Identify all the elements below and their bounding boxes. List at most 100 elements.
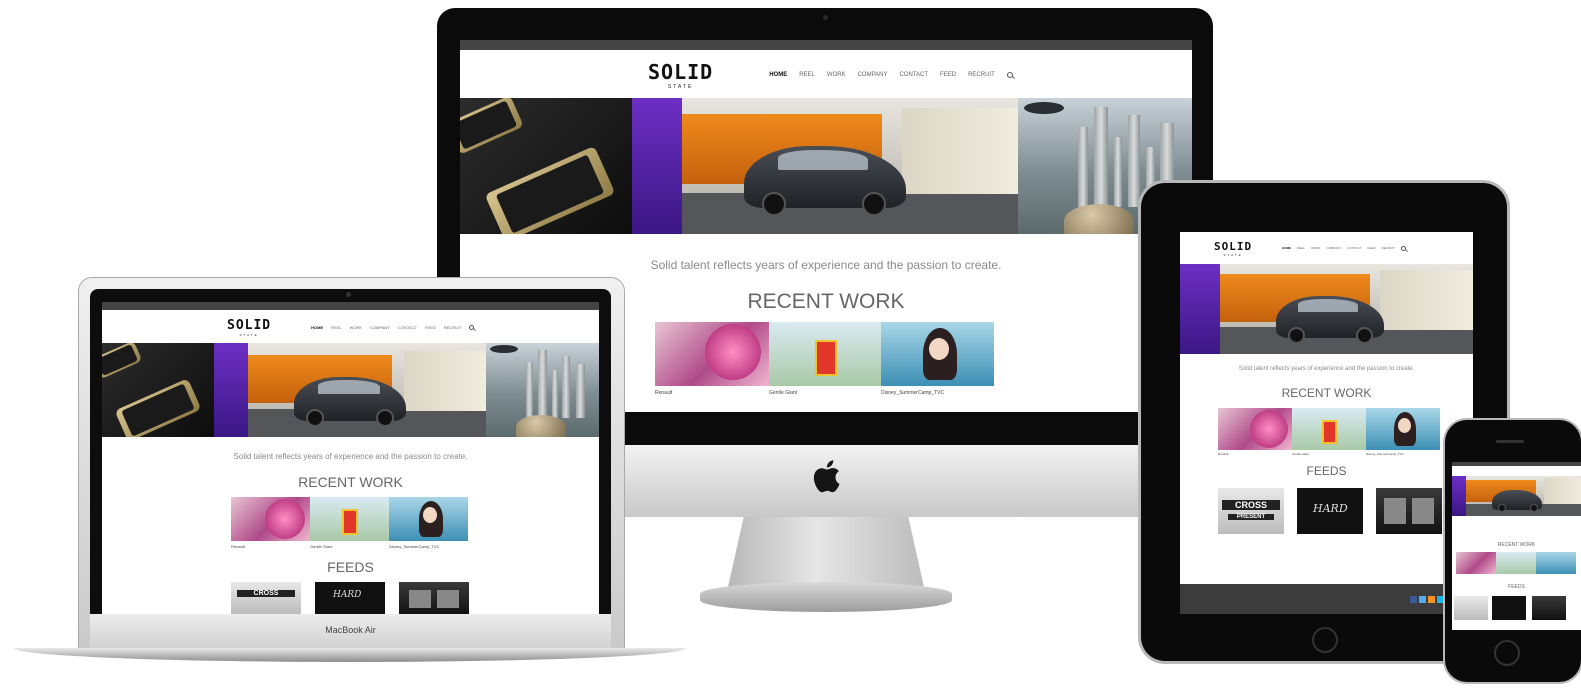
search-icon[interactable] [1006,72,1013,78]
facebook-icon[interactable] [1410,596,1417,603]
nav-home[interactable]: HOME [769,72,787,78]
laptop-camera [346,292,351,297]
feed-title: CROSS [1222,500,1280,510]
apple-logo-icon [806,458,846,502]
recent-work-caption[interactable]: Gentle Giant [769,390,797,396]
feed-thumb[interactable] [1492,596,1526,620]
nav-home[interactable]: HOME [311,325,323,330]
recent-work-caption[interactable]: Renault [655,390,672,396]
top-strip [102,302,599,310]
feed-thumb[interactable] [1532,596,1566,620]
main-nav: HOME REEL WORK COMPANY CONTACT FEED RECR… [311,324,475,330]
nav-reel[interactable]: REEL [331,325,341,330]
site-logo[interactable]: SOLID STATE [648,60,713,90]
feeds-heading: FEEDS [1508,584,1525,590]
logo-subtext: STATE [667,84,694,90]
nav-contact[interactable]: CONTACT [899,72,928,78]
laptop-model-label: MacBook Air [325,625,376,635]
feed-thumb[interactable]: HARD [315,582,385,614]
imac-base [700,582,952,612]
recent-work-thumb[interactable] [769,322,881,386]
hero-panel-car [1452,476,1581,516]
social-links [1410,596,1444,603]
nav-contact[interactable]: CONTACT [398,325,417,330]
nav-work[interactable]: WORK [1311,246,1320,250]
recent-work-thumb[interactable] [1366,408,1440,450]
feed-thumb[interactable]: HARD [1297,488,1363,534]
vimeo-icon[interactable] [1437,596,1444,603]
hero-banner [460,98,1192,234]
recent-work-grid [1218,408,1440,450]
recent-work-thumb[interactable] [1536,552,1576,574]
main-nav: HOME REEL WORK COMPANY CONTACT FEED RECR… [1282,245,1406,251]
recent-work-thumb[interactable] [389,497,468,541]
recent-work-thumb[interactable] [1292,408,1366,450]
recent-work-thumb[interactable] [655,322,769,386]
nav-company[interactable]: COMPANY [858,72,888,78]
rss-icon[interactable] [1428,596,1435,603]
search-icon[interactable] [1400,245,1406,251]
site-header: SOLID STATE HOME REEL WORK COMPANY CONTA… [1180,234,1473,262]
nav-feed[interactable]: FEED [425,325,436,330]
site-header: SOLID STATE HOME REEL WORK COMPANY CONTA… [460,54,1192,96]
feed-thumb[interactable] [1454,596,1488,620]
nav-reel[interactable]: REEL [1297,246,1305,250]
laptop-screen: SOLID STATE HOME REEL WORK COMPANY CONTA… [102,302,599,614]
top-strip [460,40,1192,50]
feed-thumb[interactable]: CROSS PRESENT [1218,488,1284,534]
imac-camera [823,15,828,20]
nav-work[interactable]: WORK [350,325,362,330]
feed-title: HARD [1313,502,1348,515]
recent-work-caption[interactable]: Renault [1218,452,1228,456]
logo-text: SOLID [227,317,272,333]
recent-work-caption[interactable]: Disney_SummerCamp_TVC [1366,452,1404,456]
recent-work-caption[interactable]: Renault [231,544,245,549]
recent-work-thumb[interactable] [231,497,310,541]
hero-panel-car [1180,264,1473,354]
recent-work-thumb[interactable] [1456,552,1496,574]
phone-home-button[interactable] [1494,640,1520,666]
main-nav: HOME REEL WORK COMPANY CONTACT FEED RECR… [769,72,1013,78]
tablet-home-button[interactable] [1312,627,1338,653]
nav-company[interactable]: COMPANY [370,325,390,330]
recent-work-heading: RECENT WORK [1497,542,1536,548]
nav-contact[interactable]: CONTACT [1347,246,1361,250]
imac-stand [728,517,924,587]
nav-work[interactable]: WORK [827,72,846,78]
nav-feed[interactable]: FEED [940,72,956,78]
logo-subtext: STATE [239,332,259,337]
recent-work-heading: RECENT WORK [298,474,403,490]
hero-banner [102,343,599,437]
nav-reel[interactable]: REEL [799,72,815,78]
recent-work-grid [1456,552,1576,574]
twitter-icon[interactable] [1419,596,1426,603]
logo-text: SOLID [648,60,714,84]
recent-work-thumb[interactable] [1496,552,1536,574]
tagline: Solid talent reflects years of experienc… [650,258,1002,272]
feed-thumb[interactable] [1376,488,1442,534]
feed-title: HARD [333,590,362,600]
nav-recruit[interactable]: RECRUIT [968,72,995,78]
search-icon[interactable] [469,324,475,330]
nav-feed[interactable]: FEED [1368,246,1376,250]
hero-panel-city [486,343,599,437]
recent-work-thumb[interactable] [881,322,994,386]
recent-work-thumb[interactable] [1218,408,1292,450]
site-logo[interactable]: SOLID STATE [227,318,271,337]
hero-panel-car [632,98,1018,234]
recent-work-caption[interactable]: Disney_SummerCamp_TVC [881,390,944,396]
recent-work-thumb[interactable] [310,497,389,541]
recent-work-heading: RECENT WORK [1281,386,1372,400]
recent-work-caption[interactable]: Gentle Giant [1292,452,1309,456]
nav-company[interactable]: COMPANY [1326,246,1341,250]
nav-recruit[interactable]: RECRUIT [1382,246,1395,250]
site-footer [1180,584,1473,614]
recent-work-caption[interactable]: Disney_SummerCamp_TVC [389,544,439,549]
nav-home[interactable]: HOME [1282,246,1291,250]
feed-thumb[interactable] [399,582,469,614]
recent-work-caption[interactable]: Gentle Giant [310,544,332,549]
recent-work-grid [655,322,994,386]
site-logo[interactable]: SOLID STATE [1214,240,1252,257]
nav-recruit[interactable]: RECRUIT [444,325,462,330]
feed-thumb[interactable]: CROSS [231,582,301,614]
